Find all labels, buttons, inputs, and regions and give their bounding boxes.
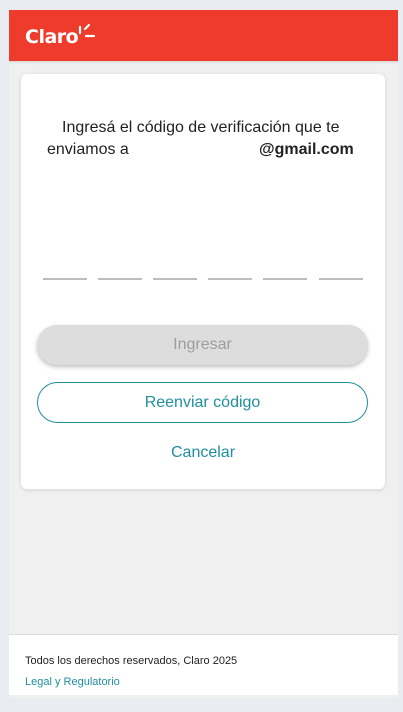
brand-name: Claro: [25, 26, 79, 48]
code-digit-1[interactable]: [43, 264, 87, 280]
cancel-link[interactable]: Cancelar: [21, 444, 385, 462]
message-line-2: enviamos a @gmail.com: [47, 139, 367, 161]
claro-logo[interactable]: Claro: [25, 23, 97, 49]
code-digit-3[interactable]: [153, 264, 197, 280]
message-prefix: enviamos a: [47, 141, 129, 158]
message-line-1: Ingresá el código de verificación que te: [62, 119, 340, 136]
code-input-group: [43, 264, 365, 282]
code-digit-6[interactable]: [319, 264, 363, 280]
resend-code-button[interactable]: Reenviar código: [37, 382, 368, 423]
app-header: Claro: [9, 10, 398, 61]
code-digit-2[interactable]: [98, 264, 142, 280]
claro-rays-icon: [79, 23, 96, 38]
code-digit-4[interactable]: [208, 264, 252, 280]
submit-button[interactable]: Ingresar: [37, 325, 368, 365]
legal-link[interactable]: Legal y Regulatorio: [25, 676, 120, 688]
masked-email: @gmail.com: [259, 141, 354, 158]
copyright-text: Todos los derechos reservados, Claro 202…: [25, 655, 238, 667]
verification-card: Ingresá el código de verificación que te…: [21, 74, 385, 489]
verification-message: Ingresá el código de verificación que te…: [47, 117, 367, 161]
header-shadow: [9, 61, 398, 64]
code-digit-5[interactable]: [263, 264, 307, 280]
page-footer: Todos los derechos reservados, Claro 202…: [9, 634, 398, 695]
page-frame: Claro Ingresá el código de verificación …: [9, 10, 398, 698]
